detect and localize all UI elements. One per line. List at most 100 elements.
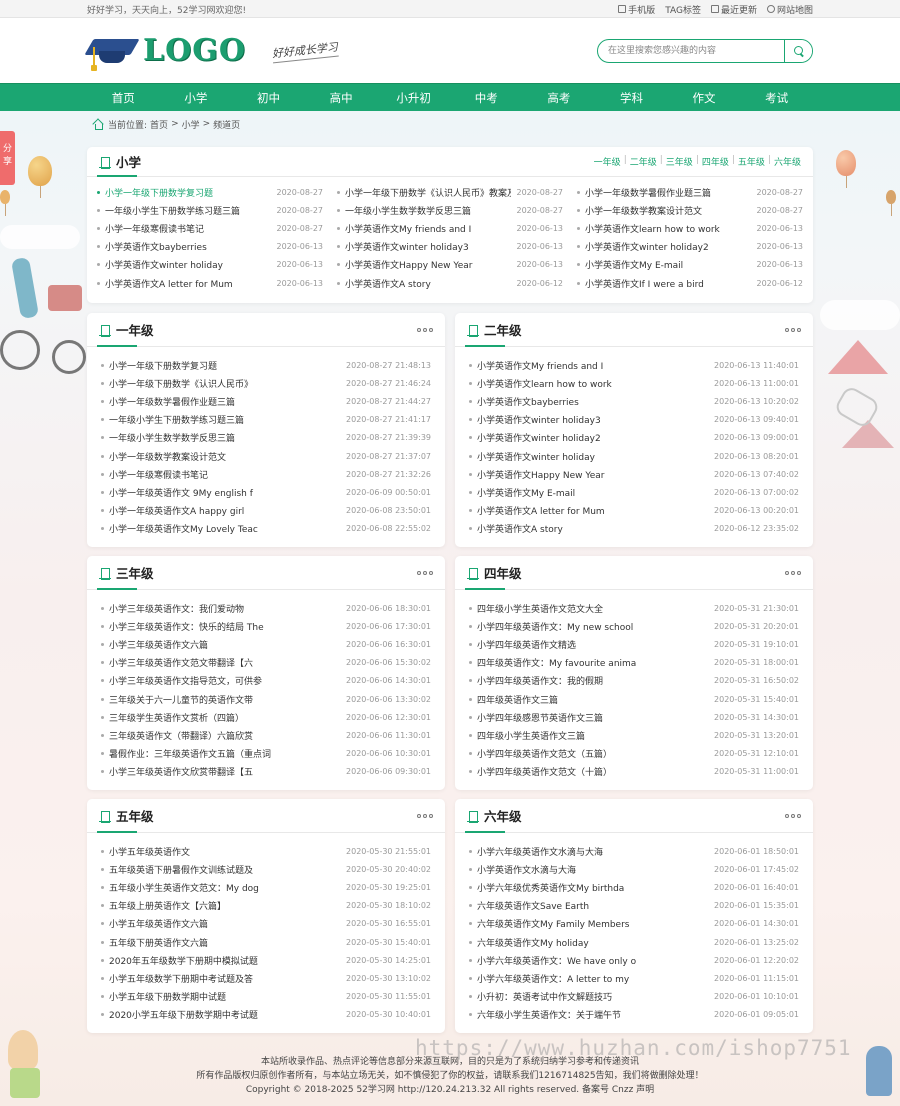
- article-title[interactable]: 小学一年级数学暑假作业题三篇: [109, 395, 340, 408]
- recent-updates-link[interactable]: 最近更新: [710, 3, 757, 16]
- list-item[interactable]: 暑假作业：三年级英语作文五篇（重点词 2020-06-06 10:30:01: [101, 745, 431, 763]
- list-item[interactable]: 小学五年级英语作文六篇 2020-05-30 16:55:01: [101, 915, 431, 933]
- article-title[interactable]: 小学英语作文winter holiday3: [477, 413, 708, 426]
- list-item[interactable]: 五年级下册英语作文六篇 2020-05-30 15:40:01: [101, 933, 431, 951]
- list-item[interactable]: 小学英语作文My friends and I 2020-06-13 11:40:0…: [469, 356, 799, 374]
- more-icon[interactable]: [417, 327, 433, 332]
- list-item[interactable]: 小学一年级数学暑假作业题三篇 2020-08-27: [577, 183, 803, 201]
- article-title[interactable]: 小学一年级数学教案设计范文: [109, 450, 340, 463]
- grade-link[interactable]: 一年级: [594, 155, 621, 168]
- card-title[interactable]: 五年级: [116, 806, 154, 825]
- article-title[interactable]: 四年级英语作文：My favourite anima: [477, 656, 708, 669]
- more-icon[interactable]: [785, 813, 801, 818]
- list-item[interactable]: 六年级英语作文My holiday 2020-06-01 13:25:02: [469, 933, 799, 951]
- featured-card-title[interactable]: 小学: [116, 152, 141, 171]
- article-title[interactable]: 小学六年级英语作文水滴与大海: [477, 845, 708, 858]
- nav-item-junior-high[interactable]: 初中: [232, 84, 305, 112]
- list-item[interactable]: 小学五年级下册数学期中试题 2020-05-30 11:55:01: [101, 988, 431, 1006]
- article-title[interactable]: 小学一年级下册数学《认识人民币》: [109, 377, 340, 390]
- article-title[interactable]: 一年级小学生数学数学反思三篇: [345, 204, 511, 217]
- list-item[interactable]: 小学一年级英语作文My Lovely Teac 2020-06-08 22:55:…: [101, 520, 431, 538]
- list-item[interactable]: 一年级小学生数学数学反思三篇 2020-08-27 21:39:39: [101, 429, 431, 447]
- article-title[interactable]: 小学一年级下册数学复习题: [105, 186, 271, 199]
- article-title[interactable]: 六年级英语作文My Family Members: [477, 917, 708, 930]
- list-item[interactable]: 小升初：英语考试中作文解题技巧 2020-06-01 10:10:01: [469, 988, 799, 1006]
- list-item[interactable]: 小学六年级英语作文：A letter to my 2020-06-01 11:15…: [469, 969, 799, 987]
- list-item[interactable]: 小学四年级英语作文范文（十篇） 2020-05-31 11:00:01: [469, 763, 799, 781]
- article-title[interactable]: 小学英语作文A story: [477, 522, 708, 535]
- article-title[interactable]: 小学三年级英语作文指导范文，可供参: [109, 674, 340, 687]
- article-title[interactable]: 小学一年级英语作文A happy girl: [109, 504, 340, 517]
- article-title[interactable]: 小学英语作文水滴与大海: [477, 863, 708, 876]
- card-title[interactable]: 三年级: [116, 563, 154, 582]
- list-item[interactable]: 小学英语作文winter holiday 2020-06-13: [97, 256, 323, 274]
- mobile-link[interactable]: 手机版: [618, 3, 655, 16]
- card-title[interactable]: 六年级: [484, 806, 522, 825]
- list-item[interactable]: 小学一年级数学暑假作业题三篇 2020-08-27 21:44:27: [101, 392, 431, 410]
- list-item[interactable]: 小学一年级寒假读书笔记 2020-08-27 21:32:26: [101, 465, 431, 483]
- more-icon[interactable]: [417, 570, 433, 575]
- list-item[interactable]: 小学英语作文My E-mail 2020-06-13 07:00:02: [469, 483, 799, 501]
- article-title[interactable]: 小学英语作文If I were a bird: [585, 277, 751, 290]
- article-title[interactable]: 小学五年级下册数学期中试题: [109, 990, 340, 1003]
- article-title[interactable]: 小学五年级英语作文六篇: [109, 917, 340, 930]
- grade-link[interactable]: 六年级: [774, 155, 801, 168]
- list-item[interactable]: 小学英语作文A story 2020-06-12: [337, 274, 563, 292]
- article-title[interactable]: 小学四年级英语作文范文（五篇）: [477, 747, 708, 760]
- list-item[interactable]: 小学英语作文A letter for Mum 2020-06-13: [97, 274, 323, 292]
- article-title[interactable]: 五年级英语下册暑假作文训练试题及: [109, 863, 340, 876]
- list-item[interactable]: 六年级英语作文Save Earth 2020-06-01 15:35:01: [469, 897, 799, 915]
- article-title[interactable]: 小学英语作文My E-mail: [477, 486, 708, 499]
- grade-link[interactable]: 二年级: [630, 155, 657, 168]
- list-item[interactable]: 小学英语作文bayberries 2020-06-13 10:20:02: [469, 392, 799, 410]
- article-title[interactable]: 小学英语作文My friends and I: [345, 222, 511, 235]
- article-title[interactable]: 小学一年级英语作文 9My english f: [109, 486, 340, 499]
- list-item[interactable]: 三年级学生英语作文赏析（四篇） 2020-06-06 12:30:01: [101, 708, 431, 726]
- article-title[interactable]: 小学四年级英语作文：My new school: [477, 620, 708, 633]
- list-item[interactable]: 小学英语作文Happy New Year 2020-06-13 07:40:02: [469, 465, 799, 483]
- card-title[interactable]: 四年级: [484, 563, 522, 582]
- list-item[interactable]: 四年级英语作文三篇 2020-05-31 15:40:01: [469, 690, 799, 708]
- list-item[interactable]: 小学英语作文learn how to work 2020-06-13: [577, 219, 803, 237]
- article-title[interactable]: 小学英语作文Happy New Year: [477, 468, 708, 481]
- article-title[interactable]: 六年级小学生英语作文：关于端午节: [477, 1008, 708, 1021]
- list-item[interactable]: 小学英语作文My E-mail 2020-06-13: [577, 256, 803, 274]
- article-title[interactable]: 小学英语作文My friends and I: [477, 359, 708, 372]
- list-item[interactable]: 五年级小学生英语作文范文：My dog 2020-05-30 19:25:01: [101, 878, 431, 896]
- article-title[interactable]: 小学英语作文winter holiday2: [585, 240, 751, 253]
- article-title[interactable]: 小学六年级优秀英语作文My birthda: [477, 881, 708, 894]
- list-item[interactable]: 一年级小学生下册数学练习题三篇 2020-08-27 21:41:17: [101, 411, 431, 429]
- article-title[interactable]: 小学英语作文learn how to work: [477, 377, 708, 390]
- article-title[interactable]: 小学英语作文learn how to work: [585, 222, 751, 235]
- list-item[interactable]: 三年级关于六一儿童节的英语作文带 2020-06-06 13:30:02: [101, 690, 431, 708]
- article-title[interactable]: 小学六年级英语作文：A letter to my: [477, 972, 708, 985]
- article-title[interactable]: 小学英语作文winter holiday: [477, 450, 708, 463]
- article-title[interactable]: 小学四年级英语作文：我的假期: [477, 674, 708, 687]
- share-tab[interactable]: 分享: [0, 131, 15, 185]
- article-title[interactable]: 2020年五年级数学下册期中模拟试题: [109, 954, 340, 967]
- article-title[interactable]: 小学三年级英语作文：快乐的结局 The: [109, 620, 340, 633]
- list-item[interactable]: 小学英语作文learn how to work 2020-06-13 11:00:…: [469, 374, 799, 392]
- article-title[interactable]: 小学一年级寒假读书笔记: [109, 468, 340, 481]
- article-title[interactable]: 四年级小学生英语作文三篇: [477, 729, 708, 742]
- sitemap-link[interactable]: 网站地图: [766, 3, 813, 16]
- list-item[interactable]: 小学英语作文bayberries 2020-06-13: [97, 238, 323, 256]
- list-item[interactable]: 小学四年级英语作文精选 2020-05-31 19:10:01: [469, 635, 799, 653]
- list-item[interactable]: 三年级英语作文（带翻译）六篇欣赏 2020-06-06 11:30:01: [101, 726, 431, 744]
- list-item[interactable]: 小学一年级下册数学《认识人民币》教案及教 2020-08-27: [337, 183, 563, 201]
- list-item[interactable]: 小学一年级数学教案设计范文 2020-08-27: [577, 201, 803, 219]
- article-title[interactable]: 小学英语作文A letter for Mum: [477, 504, 708, 517]
- article-title[interactable]: 一年级小学生下册数学练习题三篇: [109, 413, 340, 426]
- site-logo[interactable]: LOGO 好好成长学习: [84, 31, 339, 71]
- article-title[interactable]: 小学英语作文bayberries: [105, 240, 271, 253]
- list-item[interactable]: 四年级小学生英语作文范文大全 2020-05-31 21:30:01: [469, 599, 799, 617]
- list-item[interactable]: 五年级英语下册暑假作文训练试题及 2020-05-30 20:40:02: [101, 860, 431, 878]
- search-button[interactable]: [784, 39, 812, 62]
- list-item[interactable]: 小学四年级英语作文：My new school 2020-05-31 20:20:…: [469, 617, 799, 635]
- list-item[interactable]: 小学英语作文winter holiday3 2020-06-13: [337, 238, 563, 256]
- list-item[interactable]: 小学一年级英语作文 9My english f 2020-06-09 00:50:…: [101, 483, 431, 501]
- list-item[interactable]: 小学六年级优秀英语作文My birthda 2020-06-01 16:40:01: [469, 878, 799, 896]
- article-title[interactable]: 小学四年级感恩节英语作文三篇: [477, 711, 708, 724]
- list-item[interactable]: 2020年五年级数学下册期中模拟试题 2020-05-30 14:25:01: [101, 951, 431, 969]
- list-item[interactable]: 六年级英语作文My Family Members 2020-06-01 14:30…: [469, 915, 799, 933]
